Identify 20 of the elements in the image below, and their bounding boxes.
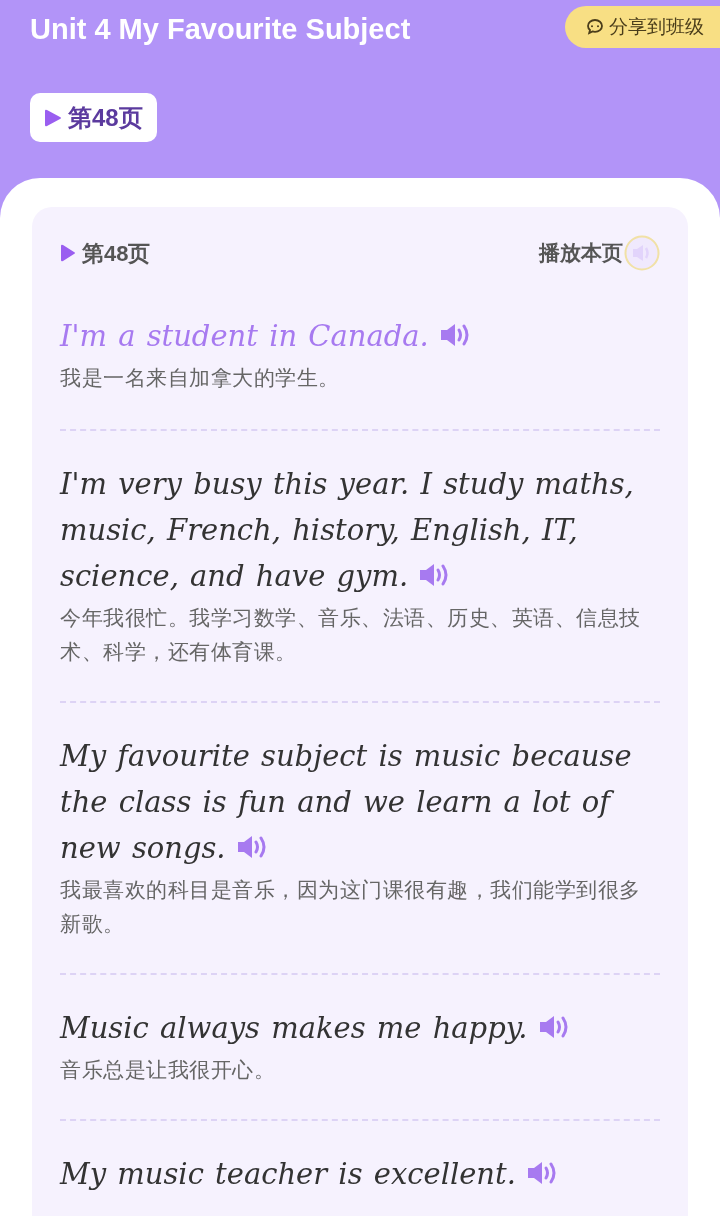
- translation-text: 今年我很忙。我学习数学、音乐、法语、历史、英语、信息技术、科学，还有体育课。: [60, 605, 642, 665]
- chat-bubble-icon: [585, 17, 605, 37]
- translation-text: 我最喜欢的科目是音乐，因为这门课很有趣，我们能学到很多新歌。: [60, 877, 642, 937]
- speaker-icon[interactable]: [235, 834, 268, 860]
- translation-text: 音乐总是让我很开心。: [60, 1057, 276, 1083]
- play-icon: [44, 107, 62, 128]
- speaker-icon[interactable]: [525, 1160, 558, 1186]
- translation-text: 我是一名来自加拿大的学生。: [60, 365, 341, 391]
- sentence-text[interactable]: I'm very busy this year. I study maths, music, French, history, English, IT, science, and have gym.: [60, 461, 660, 599]
- sentence-text[interactable]: My music teacher is excellent.: [60, 1151, 660, 1197]
- sentence-text[interactable]: Music always makes me happy.: [60, 1005, 660, 1051]
- play-icon: [60, 243, 76, 263]
- speaker-icon[interactable]: [537, 1014, 570, 1040]
- page-label: 第48页: [82, 239, 151, 268]
- share-button[interactable]: 分享到班级: [565, 6, 720, 48]
- sentence-text[interactable]: My favourite subject is music because the class is fun and we learn a lot of new songs.: [60, 733, 660, 871]
- page-badge[interactable]: 第48页: [30, 93, 157, 142]
- page-title: Unit 4 My Favourite Subject: [30, 12, 411, 47]
- speaker-icon[interactable]: [438, 322, 471, 348]
- play-page-button[interactable]: 播放本页: [539, 237, 623, 269]
